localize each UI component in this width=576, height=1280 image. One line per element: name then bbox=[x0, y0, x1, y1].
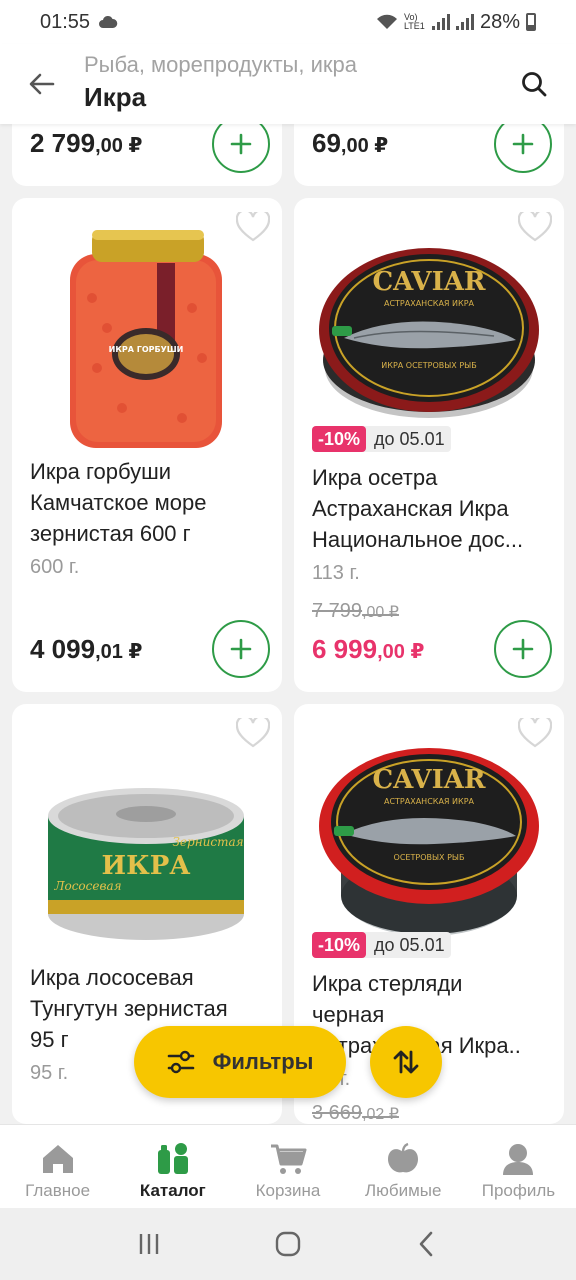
add-to-cart-button[interactable] bbox=[494, 620, 552, 678]
network-type: Vo) LTE1 bbox=[403, 12, 425, 31]
plus-icon bbox=[512, 133, 534, 155]
price: 4 099,01 ₽ bbox=[30, 634, 143, 664]
filter-sliders-icon bbox=[167, 1050, 194, 1074]
filters-label: Фильтры bbox=[212, 1049, 314, 1074]
back-button[interactable] bbox=[22, 64, 62, 104]
can-title-text: ИКРА bbox=[102, 851, 191, 881]
plus-icon bbox=[512, 638, 534, 660]
product-title[interactable]: Икра горбуши Камчатское море зернистая 6… bbox=[30, 456, 207, 549]
nav-profile[interactable]: Профиль bbox=[461, 1125, 576, 1208]
page-title: Икра bbox=[84, 82, 147, 112]
catalog-icon bbox=[157, 1143, 188, 1174]
lid-bottom-text: ИКРА ОСЕТРОВЫХ РЫБ bbox=[381, 361, 476, 370]
product-card[interactable]: ИКРА ГОРБУШИ Икра горбуши Камчатское мор… bbox=[12, 198, 282, 692]
product-weight: 95 г. bbox=[30, 1062, 69, 1084]
sale-price: 6 999,00 ₽ bbox=[312, 634, 425, 664]
product-image: CAVIAR АСТРАХАНСКАЯ ИКРА ИКРА ОСЕТРОВЫХ … bbox=[319, 248, 539, 418]
status-bar: 01:55 Vo) LTE1 28% bbox=[0, 0, 576, 44]
recents-icon bbox=[140, 1234, 159, 1254]
can-sub1-text: Зернистая bbox=[172, 835, 243, 849]
discount-badge: -10% bbox=[312, 932, 367, 958]
price: 69,00 ₽ bbox=[312, 128, 389, 158]
battery-icon bbox=[526, 13, 536, 31]
promo-badge: -10% до 05.01 bbox=[312, 426, 451, 452]
old-price: 3 669,02 ₽ bbox=[312, 1102, 399, 1124]
chevron-left-icon bbox=[419, 1231, 432, 1257]
product-card[interactable]: CAVIAR АСТРАХАНСКАЯ ИКРА ИКРА ОСЕТРОВЫХ … bbox=[294, 198, 564, 692]
cart-icon bbox=[271, 1144, 307, 1174]
heart-icon bbox=[518, 718, 552, 748]
nav-home[interactable]: Главное bbox=[0, 1125, 115, 1208]
breadcrumb[interactable]: Рыба, морепродукты, икра bbox=[84, 52, 357, 78]
back-system-button[interactable] bbox=[397, 1224, 457, 1264]
battery-percent: 28% bbox=[479, 10, 520, 33]
signal-icon bbox=[431, 14, 450, 30]
search-icon bbox=[522, 72, 547, 97]
product-image: ИКРА ГОРБУШИ bbox=[70, 230, 222, 448]
home-system-button[interactable] bbox=[258, 1224, 318, 1264]
status-time: 01:55 bbox=[40, 10, 91, 33]
recents-button[interactable] bbox=[119, 1224, 179, 1264]
lid-title-text: CAVIAR bbox=[372, 765, 485, 795]
heart-icon bbox=[518, 212, 552, 242]
sort-arrows-icon bbox=[393, 1050, 419, 1074]
promo-date: до 05.01 bbox=[374, 934, 445, 955]
discount-badge: -10% bbox=[312, 426, 367, 452]
bottom-nav: Главное Каталог Корзина Любимые Профиль bbox=[0, 1124, 576, 1208]
lid-title-text: CAVIAR bbox=[372, 267, 485, 297]
filters-button[interactable]: Фильтры bbox=[134, 1026, 346, 1098]
old-price: 7 799,00 ₽ bbox=[312, 600, 399, 622]
lid-sub-text: АСТРАХАНСКАЯ ИКРА bbox=[384, 299, 475, 308]
plus-icon bbox=[230, 133, 252, 155]
product-title[interactable]: Икра осетра Астраханская Икра Национальн… bbox=[312, 462, 523, 555]
apple-icon bbox=[388, 1142, 419, 1173]
home-icon bbox=[42, 1145, 73, 1173]
lid-bottom-text: ОСЕТРОВЫХ РЫБ bbox=[394, 853, 465, 862]
favorite-button[interactable] bbox=[518, 716, 552, 750]
heart-icon bbox=[236, 718, 270, 748]
profile-icon bbox=[503, 1144, 534, 1175]
nav-favorites[interactable]: Любимые bbox=[346, 1125, 461, 1208]
signal2-icon bbox=[455, 14, 474, 30]
wifi-icon bbox=[376, 14, 397, 29]
price: 2 799,00 ₽ bbox=[30, 128, 143, 158]
promo-date: до 05.01 bbox=[374, 428, 445, 449]
search-button[interactable] bbox=[514, 64, 554, 104]
nav-catalog[interactable]: Каталог bbox=[115, 1125, 230, 1208]
plus-icon bbox=[230, 638, 252, 660]
product-image: CAVIAR АСТРАХАНСКАЯ ИКРА ОСЕТРОВЫХ РЫБ bbox=[319, 748, 539, 936]
sort-button[interactable] bbox=[370, 1026, 442, 1098]
product-image: ИКРА Зернистая Лососевая bbox=[48, 788, 244, 940]
promo-badge: -10% до 05.01 bbox=[312, 932, 451, 958]
jar-label-text: ИКРА ГОРБУШИ bbox=[109, 345, 184, 354]
cloud-icon bbox=[99, 15, 118, 28]
app-header: Рыба, морепродукты, икра Икра bbox=[0, 44, 576, 124]
product-weight: 600 г. bbox=[30, 556, 80, 578]
system-nav-bar bbox=[0, 1208, 576, 1280]
home-circle-icon bbox=[275, 1231, 301, 1257]
lid-sub-text: АСТРАХАНСКАЯ ИКРА bbox=[384, 797, 475, 806]
favorite-button[interactable] bbox=[236, 210, 270, 244]
can-sub2-text: Лососевая bbox=[53, 879, 121, 893]
heart-icon bbox=[236, 212, 270, 242]
favorite-button[interactable] bbox=[236, 716, 270, 750]
arrow-left-icon bbox=[29, 73, 55, 95]
favorite-button[interactable] bbox=[518, 210, 552, 244]
add-to-cart-button[interactable] bbox=[212, 620, 270, 678]
product-weight: 113 г. bbox=[312, 562, 360, 584]
nav-cart[interactable]: Корзина bbox=[230, 1125, 345, 1208]
